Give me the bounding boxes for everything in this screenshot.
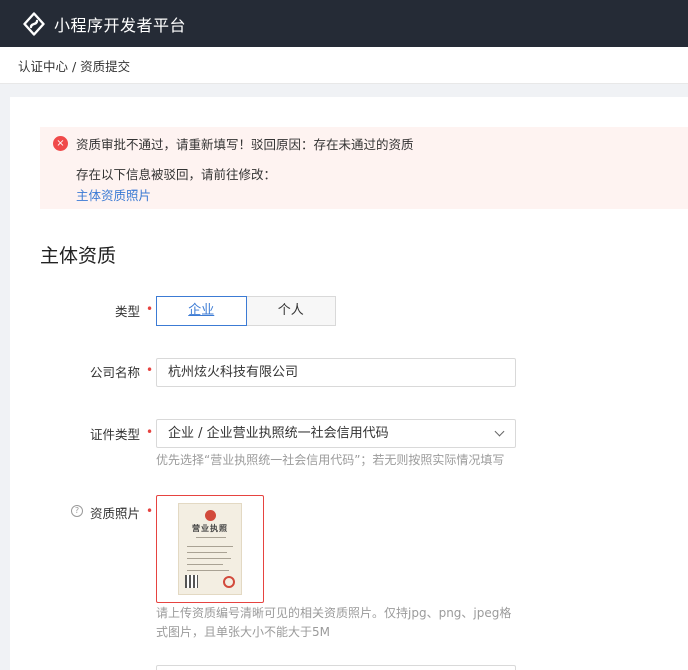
required-mark: • [146, 363, 154, 377]
close-circle-icon: × [53, 136, 68, 151]
doc-line [187, 546, 233, 547]
breadcrumb-text[interactable]: 认证中心 / 资质提交 [18, 56, 130, 75]
photo-label: 资质照片 [89, 506, 140, 521]
cert-type-value: 企业 / 企业营业执照统一社会信用代码 [168, 426, 389, 441]
section-title: 主体资质 [40, 245, 117, 267]
company-name-label: 公司名称 [89, 365, 140, 380]
photo-hint-line2: 式图片，且单张大小不能大于5M [156, 625, 330, 639]
company-name-input[interactable]: 杭州炫火科技有限公司 [156, 358, 516, 387]
doc-line [196, 537, 226, 538]
help-icon[interactable]: ? [71, 505, 83, 517]
qr-code-icon [185, 575, 198, 588]
doc-line [187, 570, 229, 571]
rejection-alert: × 资质审批不通过，请重新填写！驳回原因：存在未通过的资质 存在以下信息被驳回，… [40, 127, 688, 209]
cert-type-select[interactable]: 企业 / 企业营业执照统一社会信用代码 [156, 419, 516, 448]
type-label: 类型 [114, 304, 140, 319]
photo-hint-line1: 请上传资质编号清晰可见的相关资质照片。仅持jpg、png、jpeg格 [156, 606, 512, 620]
app-logo-icon [23, 11, 45, 36]
doc-line [187, 564, 223, 565]
required-mark: • [146, 302, 154, 316]
doc-line [187, 552, 227, 553]
breadcrumb: 认证中心 / 资质提交 [0, 47, 688, 84]
rejected-item-link[interactable]: 主体资质照片 [76, 185, 151, 204]
main-card: × 资质审批不通过，请重新填写！驳回原因：存在未通过的资质 存在以下信息被驳回，… [10, 97, 688, 670]
license-heading: 营业执照 [192, 524, 228, 533]
seal-icon [223, 576, 235, 588]
required-mark: • [146, 504, 154, 518]
top-navbar: 小程序开发者平台 [0, 0, 688, 47]
doc-line [187, 558, 231, 559]
type-option-individual[interactable]: 个人 [246, 296, 336, 326]
alert-subtitle: 存在以下信息被驳回，请前往修改： [76, 167, 277, 182]
type-option-enterprise[interactable]: 企业 [156, 296, 247, 326]
type-segmented-control: 企业 个人 [156, 296, 336, 326]
emblem-icon [205, 510, 216, 521]
photo-upload-thumbnail[interactable]: 营业执照 [156, 495, 264, 603]
required-mark: • [146, 425, 154, 439]
cert-type-hint: 优先选择“营业执照统一社会信用代码”；若无则按照实际情况填写 [156, 453, 505, 467]
business-license-image: 营业执照 [178, 503, 242, 595]
next-field-input[interactable] [156, 665, 516, 670]
app-title: 小程序开发者平台 [54, 15, 187, 35]
photo-hint: 请上传资质编号清晰可见的相关资质照片。仅持jpg、png、jpeg格 式图片，且… [156, 604, 511, 642]
chevron-down-icon [494, 426, 505, 437]
cert-type-label: 证件类型 [89, 427, 140, 442]
alert-title: 资质审批不通过，请重新填写！驳回原因：存在未通过的资质 [76, 137, 414, 152]
